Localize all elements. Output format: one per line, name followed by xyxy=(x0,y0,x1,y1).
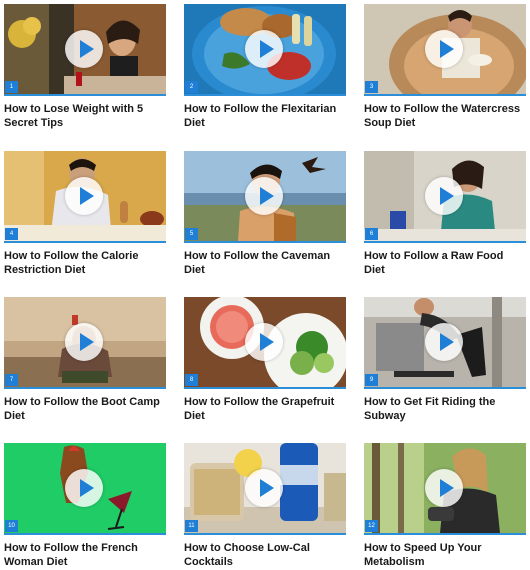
play-icon[interactable] xyxy=(65,177,103,215)
play-icon[interactable] xyxy=(425,30,463,68)
video-card[interactable]: 2 How to Follow the Flexitarian Diet xyxy=(184,4,346,130)
video-title-link[interactable]: How to Follow the Boot Camp Diet xyxy=(4,395,166,423)
play-icon[interactable] xyxy=(245,30,283,68)
video-card[interactable]: 3 How to Follow the Watercress Soup Diet xyxy=(364,4,526,130)
video-title-link[interactable]: How to Get Fit Riding the Subway xyxy=(364,395,526,423)
video-thumbnail[interactable]: 7 xyxy=(4,297,166,389)
video-card[interactable]: 9 How to Get Fit Riding the Subway xyxy=(364,297,526,423)
video-thumbnail[interactable]: 3 xyxy=(364,4,526,96)
video-number-badge: 11 xyxy=(185,520,198,532)
video-number-badge: 10 xyxy=(5,520,18,532)
play-icon[interactable] xyxy=(425,177,463,215)
video-card[interactable]: 6 How to Follow a Raw Food Diet xyxy=(364,151,526,277)
video-number-badge: 6 xyxy=(365,228,378,240)
video-title-link[interactable]: How to Follow a Raw Food Diet xyxy=(364,249,526,277)
video-number-badge: 8 xyxy=(185,374,198,386)
play-icon[interactable] xyxy=(245,323,283,361)
video-number-badge: 4 xyxy=(5,228,18,240)
video-thumbnail[interactable]: 1 xyxy=(4,4,166,96)
video-thumbnail[interactable]: 9 xyxy=(364,297,526,389)
video-thumbnail[interactable]: 4 xyxy=(4,151,166,243)
video-card[interactable]: 8 How to Follow the Grapefruit Diet xyxy=(184,297,346,423)
video-title-link[interactable]: How to Follow the Calorie Restriction Di… xyxy=(4,249,166,277)
video-thumbnail[interactable]: 8 xyxy=(184,297,346,389)
video-card[interactable]: 5 How to Follow the Caveman Diet xyxy=(184,151,346,277)
play-icon[interactable] xyxy=(245,469,283,507)
video-title-link[interactable]: How to Follow the Flexitarian Diet xyxy=(184,102,346,130)
video-title-link[interactable]: How to Follow the Grapefruit Diet xyxy=(184,395,346,423)
video-title-link[interactable]: How to Follow the French Woman Diet xyxy=(4,541,166,569)
video-number-badge: 12 xyxy=(365,520,378,532)
video-card[interactable]: 10 How to Follow the French Woman Diet xyxy=(4,443,166,569)
video-number-badge: 2 xyxy=(185,81,198,93)
video-title-link[interactable]: How to Lose Weight with 5 Secret Tips xyxy=(4,102,166,130)
video-number-badge: 5 xyxy=(185,228,198,240)
video-card[interactable]: 1 How to Lose Weight with 5 Secret Tips xyxy=(4,4,166,130)
video-thumbnail[interactable]: 10 xyxy=(4,443,166,535)
video-title-link[interactable]: How to Speed Up Your Metabolism xyxy=(364,541,526,569)
play-icon[interactable] xyxy=(65,323,103,361)
play-icon[interactable] xyxy=(245,177,283,215)
video-title-link[interactable]: How to Follow the Watercress Soup Diet xyxy=(364,102,526,130)
video-card[interactable]: 11 How to Choose Low-Cal Cocktails xyxy=(184,443,346,569)
video-thumbnail[interactable]: 6 xyxy=(364,151,526,243)
video-thumbnail[interactable]: 12 xyxy=(364,443,526,535)
video-title-link[interactable]: How to Choose Low-Cal Cocktails xyxy=(184,541,346,569)
video-card[interactable]: 4 How to Follow the Calorie Restriction … xyxy=(4,151,166,277)
video-card[interactable]: 12 How to Speed Up Your Metabolism xyxy=(364,443,526,569)
video-card[interactable]: 7 How to Follow the Boot Camp Diet xyxy=(4,297,166,423)
video-thumbnail[interactable]: 2 xyxy=(184,4,346,96)
video-number-badge: 9 xyxy=(365,374,378,386)
play-icon[interactable] xyxy=(425,469,463,507)
video-title-link[interactable]: How to Follow the Caveman Diet xyxy=(184,249,346,277)
video-number-badge: 7 xyxy=(5,374,18,386)
video-number-badge: 3 xyxy=(365,81,378,93)
video-thumbnail[interactable]: 11 xyxy=(184,443,346,535)
play-icon[interactable] xyxy=(65,30,103,68)
video-number-badge: 1 xyxy=(5,81,18,93)
video-thumbnail[interactable]: 5 xyxy=(184,151,346,243)
play-icon[interactable] xyxy=(65,469,103,507)
play-icon[interactable] xyxy=(425,323,463,361)
